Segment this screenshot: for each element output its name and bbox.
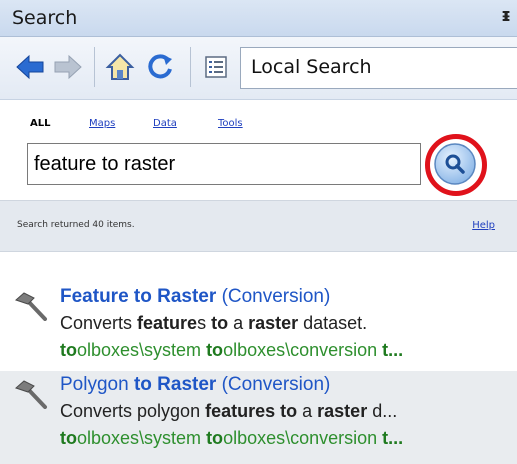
result-title[interactable]: Polygon to Raster (Conversion) xyxy=(60,374,330,396)
path-match: to xyxy=(60,340,77,360)
desc-text: dataset. xyxy=(298,313,368,333)
filter-tabs: ALL Maps Data Tools xyxy=(0,118,517,138)
path-text: olboxes\system xyxy=(77,428,207,448)
desc-text: a xyxy=(228,313,249,333)
search-options-icon[interactable] xyxy=(200,51,232,83)
location-dropdown[interactable]: Local Search xyxy=(240,47,517,89)
result-name[interactable]: Polygon xyxy=(60,374,134,395)
desc-text: s xyxy=(197,313,212,333)
home-icon[interactable] xyxy=(104,51,136,83)
path-match: to xyxy=(206,428,224,448)
filter-maps[interactable]: Maps xyxy=(89,118,115,129)
desc-text: Converts polygon xyxy=(60,401,206,421)
result-description: Converts polygon features to a raster d.… xyxy=(60,401,397,422)
filter-data[interactable]: Data xyxy=(153,118,177,129)
search-input[interactable] xyxy=(34,146,414,182)
pin-icon[interactable]: ᵻ xyxy=(501,5,511,26)
search-field xyxy=(27,143,421,185)
result-name-match[interactable]: to Raster xyxy=(134,374,216,395)
pane-title: Search xyxy=(12,7,78,29)
forward-arrow-icon[interactable] xyxy=(52,51,84,83)
status-bar: Search returned 40 items. Help xyxy=(0,200,517,252)
desc-text: Converts xyxy=(60,313,138,333)
back-arrow-icon[interactable] xyxy=(14,51,46,83)
path-match: to xyxy=(60,428,77,448)
path-text: olboxes\conversion xyxy=(223,428,383,448)
desc-match: features xyxy=(205,401,276,421)
path-match: to xyxy=(206,340,224,360)
desc-match: feature xyxy=(137,313,198,333)
highlight-circle xyxy=(425,134,487,196)
result-item[interactable]: Feature to Raster (Conversion) Converts … xyxy=(0,283,517,375)
refresh-icon[interactable] xyxy=(144,51,176,83)
desc-match: raster xyxy=(317,401,368,421)
path-text: olboxes\system xyxy=(77,340,207,360)
result-item[interactable]: Polygon to Raster (Conversion) Converts … xyxy=(0,371,517,464)
filter-tools[interactable]: Tools xyxy=(218,118,243,129)
result-category: (Conversion) xyxy=(221,286,331,307)
result-category: (Conversion) xyxy=(221,374,331,395)
hammer-tool-icon xyxy=(15,292,47,321)
desc-text: d... xyxy=(367,401,398,421)
desc-match: raster xyxy=(248,313,299,333)
result-path: toolboxes\system toolboxes\conversion t.… xyxy=(60,428,403,449)
path-match: t... xyxy=(382,340,404,360)
help-link[interactable]: Help xyxy=(472,220,495,231)
result-description: Converts features to a raster dataset. xyxy=(60,313,367,334)
filter-all[interactable]: ALL xyxy=(30,118,50,129)
toolbar-separator xyxy=(190,47,191,87)
result-path: toolboxes\system toolboxes\conversion t.… xyxy=(60,340,403,361)
status-text: Search returned 40 items. xyxy=(17,220,135,230)
desc-text: a xyxy=(297,401,318,421)
desc-match: to xyxy=(211,313,229,333)
path-match: t... xyxy=(382,428,404,448)
result-name[interactable]: Feature to Raster xyxy=(60,286,216,307)
location-label: Local Search xyxy=(251,56,372,78)
pane-title-bar: Search ᵻ xyxy=(0,0,517,37)
hammer-tool-icon xyxy=(15,380,47,409)
toolbar-separator xyxy=(94,47,95,87)
desc-match: to xyxy=(280,401,298,421)
path-text: olboxes\conversion xyxy=(223,340,383,360)
result-title[interactable]: Feature to Raster (Conversion) xyxy=(60,286,330,308)
